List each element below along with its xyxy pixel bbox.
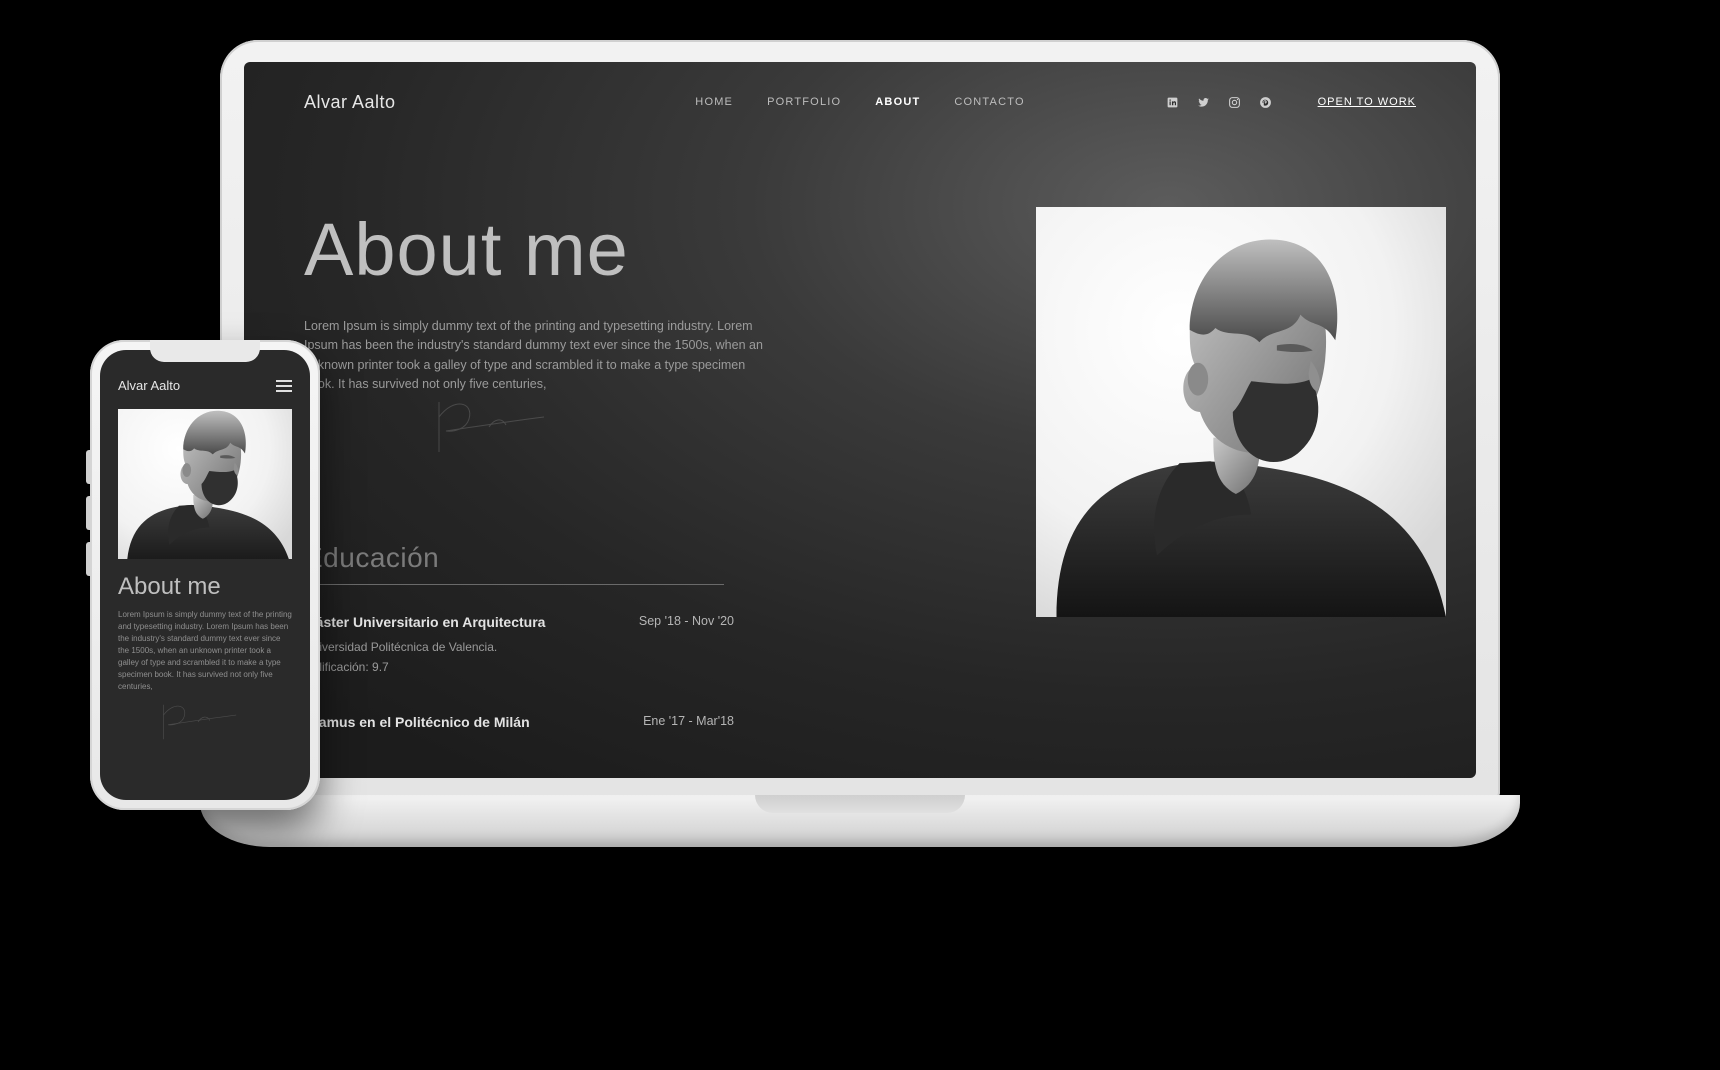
mobile-about-body: Lorem Ipsum is simply dummy text of the … bbox=[118, 609, 292, 693]
phone-notch bbox=[150, 340, 260, 362]
education-heading: Educación bbox=[304, 542, 439, 574]
education-dates: Ene '17 - Mar'18 bbox=[643, 714, 734, 728]
site-header: Alvar Aalto HOME PORTFOLIO ABOUT CONTACT… bbox=[304, 82, 1416, 122]
education-school: Universidad Politécnica de Valencia. bbox=[304, 640, 734, 654]
mobile-signature bbox=[118, 701, 292, 748]
education-item: Eramus en el Politécnico de Milán Ene '1… bbox=[304, 714, 734, 730]
site-logo[interactable]: Alvar Aalto bbox=[304, 92, 396, 113]
nav-contacto[interactable]: CONTACTO bbox=[954, 96, 1024, 108]
open-to-work-link[interactable]: OPEN TO WORK bbox=[1318, 96, 1416, 108]
phone-mockup: Alvar Aalto About me Lorem Ipsum is simp… bbox=[90, 340, 320, 810]
nav-home[interactable]: HOME bbox=[695, 96, 733, 108]
primary-nav: HOME PORTFOLIO ABOUT CONTACTO bbox=[695, 96, 1024, 108]
signature bbox=[434, 397, 564, 462]
nav-portfolio[interactable]: PORTFOLIO bbox=[767, 96, 841, 108]
mobile-site-logo[interactable]: Alvar Aalto bbox=[118, 378, 180, 393]
laptop-hinge-notch bbox=[755, 795, 965, 813]
education-item: Máster Universitario en Arquitectura Sep… bbox=[304, 614, 734, 674]
education-grade: Calificación: 9.7 bbox=[304, 660, 734, 674]
mobile-header: Alvar Aalto bbox=[118, 378, 292, 393]
twitter-icon[interactable] bbox=[1197, 96, 1210, 109]
laptop-lid: Alvar Aalto HOME PORTFOLIO ABOUT CONTACT… bbox=[220, 40, 1500, 800]
about-body: Lorem Ipsum is simply dummy text of the … bbox=[304, 317, 764, 395]
hamburger-menu-icon[interactable] bbox=[276, 380, 292, 392]
linkedin-icon[interactable] bbox=[1166, 96, 1179, 109]
laptop-screen: Alvar Aalto HOME PORTFOLIO ABOUT CONTACT… bbox=[244, 62, 1476, 778]
phone-screen: Alvar Aalto About me Lorem Ipsum is simp… bbox=[100, 350, 310, 800]
nav-about[interactable]: ABOUT bbox=[875, 96, 920, 108]
mobile-page-title: About me bbox=[118, 573, 292, 601]
education-dates: Sep '18 - Nov '20 bbox=[639, 614, 734, 628]
instagram-icon[interactable] bbox=[1228, 96, 1241, 109]
laptop-mockup: Alvar Aalto HOME PORTFOLIO ABOUT CONTACT… bbox=[200, 40, 1520, 960]
pinterest-icon[interactable] bbox=[1259, 96, 1272, 109]
mobile-profile-photo bbox=[118, 409, 292, 559]
divider bbox=[304, 584, 724, 585]
social-links: OPEN TO WORK bbox=[1166, 96, 1416, 109]
profile-photo bbox=[1036, 207, 1446, 617]
page-title: About me bbox=[304, 207, 629, 292]
